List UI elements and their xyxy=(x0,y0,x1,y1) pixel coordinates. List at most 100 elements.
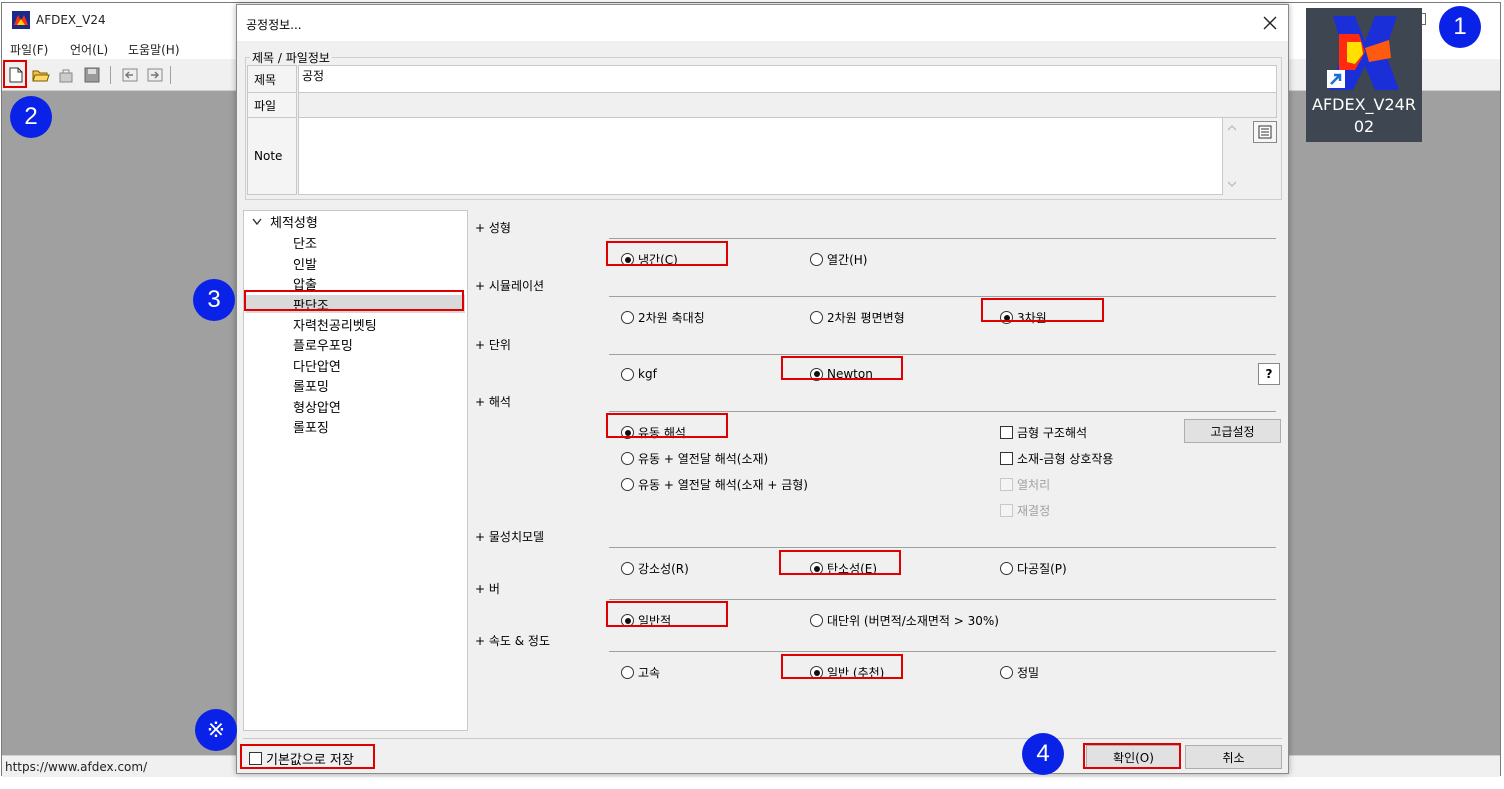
checkbox-indicator xyxy=(1000,426,1013,439)
section-divider xyxy=(609,599,1276,600)
radio-burr-large[interactable]: 대단위 (버면적/소재면적 > 30%) xyxy=(810,612,999,629)
checkbox-label: 열처리 xyxy=(1017,478,1051,492)
file-input xyxy=(298,92,1277,118)
tree-item-drawing[interactable]: 인발 xyxy=(293,254,317,273)
radio-indicator xyxy=(1000,311,1013,324)
radio-label: 정밀 xyxy=(1017,666,1040,680)
desktop-shortcut[interactable]: AFDEX_V24R 02 xyxy=(1306,8,1422,142)
radio-indicator xyxy=(1000,666,1013,679)
export-icon[interactable] xyxy=(145,65,165,85)
shortcut-label: AFDEX_V24R 02 xyxy=(1306,94,1422,138)
tree-item-multi-stage-rolling[interactable]: 다단압연 xyxy=(293,356,341,375)
radio-precise[interactable]: 정밀 xyxy=(1000,664,1039,681)
tree-item-forging[interactable]: 단조 xyxy=(293,233,317,252)
checkbox-indicator xyxy=(249,752,262,765)
radio-2d-axisymmetric[interactable]: 2차원 축대칭 xyxy=(621,309,705,326)
note-textarea[interactable] xyxy=(298,117,1223,195)
radio-normal-recommended[interactable]: 일반 (추천) xyxy=(810,664,884,681)
radio-elasto-plastic[interactable]: 탄소성(E) xyxy=(810,560,877,577)
radio-fast[interactable]: 고속 xyxy=(621,664,660,681)
process-info-dialog: 공정정보... 제목 / 파일정보 제목 공정 파일 Note 체적성형 단조 … xyxy=(236,4,1289,774)
checkbox-label: 금형 구조해석 xyxy=(1017,426,1088,440)
radio-2d-plane-strain[interactable]: 2차원 평면변형 xyxy=(810,309,905,326)
checkbox-indicator xyxy=(1000,452,1013,465)
tree-root[interactable]: 체적성형 xyxy=(270,212,318,231)
radio-indicator xyxy=(621,311,634,324)
tree-expand-icon[interactable] xyxy=(252,215,262,230)
menu-help[interactable]: 도움말(H) xyxy=(128,41,180,58)
radio-flow-analysis[interactable]: 유동 해석 xyxy=(621,424,686,441)
radio-label: 고속 xyxy=(638,666,661,680)
radio-indicator xyxy=(621,562,634,575)
tree-item-roll-forming[interactable]: 롤포밍 xyxy=(293,376,329,395)
section-simulation-title: + 시뮬레이션 xyxy=(475,279,545,293)
radio-flow-heat-material-die[interactable]: 유동 + 열전달 해석(소재 + 금형) xyxy=(621,476,808,493)
cancel-button[interactable]: 취소 xyxy=(1185,745,1282,769)
save-icon[interactable] xyxy=(82,65,102,85)
check-die-structural[interactable]: 금형 구조해석 xyxy=(1000,424,1087,441)
checkbox-label: 소재-금형 상호작용 xyxy=(1017,452,1114,466)
radio-indicator xyxy=(621,367,634,381)
close-icon[interactable] xyxy=(1252,5,1288,41)
tree-item-flow-forming[interactable]: 플로우포밍 xyxy=(293,335,353,354)
file-label: 파일 xyxy=(247,92,297,118)
new-file-icon[interactable] xyxy=(6,65,26,85)
radio-rigid-plastic[interactable]: 강소성(R) xyxy=(621,560,689,577)
dialog-title: 공정정보... xyxy=(246,18,302,32)
options-panel: + 성형 냉간(C) 열간(H) + 시뮬레이션 2차원 축대칭 2차원 평면변… xyxy=(469,210,1282,731)
tree-item-sheet-forging[interactable]: 판단조 xyxy=(246,295,465,314)
section-divider xyxy=(609,547,1276,548)
tree-item-roll-forging[interactable]: 롤포징 xyxy=(293,417,329,436)
afdex-logo-icon xyxy=(12,11,30,29)
save-as-default-checkbox[interactable]: 기본값으로 저장 xyxy=(249,749,354,768)
tree-item-extrusion[interactable]: 압출 xyxy=(293,274,317,293)
checkbox-indicator xyxy=(1000,478,1013,491)
note-scrollbar[interactable] xyxy=(1222,118,1242,196)
radio-label: Newton xyxy=(827,367,873,381)
radio-porous[interactable]: 다공질(P) xyxy=(1000,560,1067,577)
radio-label: 2차원 축대칭 xyxy=(638,311,705,325)
radio-label: 탄소성(E) xyxy=(827,562,878,576)
section-unit-title: + 단위 xyxy=(475,338,511,352)
note-edit-icon[interactable] xyxy=(1253,121,1277,143)
import-icon[interactable] xyxy=(120,65,140,85)
close-file-icon[interactable] xyxy=(56,65,76,85)
menu-file[interactable]: 파일(F) xyxy=(10,41,48,58)
radio-burr-general[interactable]: 일반적 xyxy=(621,612,671,629)
tree-item-shape-rolling[interactable]: 형상압연 xyxy=(293,397,341,416)
ok-button[interactable]: 확인(O) xyxy=(1086,745,1181,769)
radio-newton[interactable]: Newton xyxy=(810,367,873,381)
radio-label: 유동 해석 xyxy=(638,426,686,440)
radio-cold[interactable]: 냉간(C) xyxy=(621,251,678,268)
radio-label: 2차원 평면변형 xyxy=(827,311,905,325)
radio-indicator xyxy=(810,367,823,381)
radio-hot[interactable]: 열간(H) xyxy=(810,251,867,268)
section-analysis-title: + 해석 xyxy=(475,395,511,409)
section-speed-title: + 속도 & 정도 xyxy=(475,634,551,648)
radio-indicator xyxy=(810,562,823,575)
section-divider xyxy=(609,354,1276,355)
radio-flow-heat-material[interactable]: 유동 + 열전달 해석(소재) xyxy=(621,450,768,467)
section-material-model-title: + 물성치모델 xyxy=(475,530,545,544)
section-divider xyxy=(609,296,1276,297)
radio-3d[interactable]: 3차원 xyxy=(1000,309,1047,326)
radio-label: 냉간(C) xyxy=(638,253,678,267)
radio-label: 3차원 xyxy=(1017,311,1047,325)
open-folder-icon[interactable] xyxy=(31,65,51,85)
status-url: https://www.afdex.com/ xyxy=(5,760,148,774)
afdex-shortcut-icon xyxy=(1325,12,1403,92)
check-material-die-interaction[interactable]: 소재-금형 상호작용 xyxy=(1000,450,1113,467)
menu-language[interactable]: 언어(L) xyxy=(70,41,108,58)
radio-kgf[interactable]: kgf xyxy=(621,367,657,381)
unit-help-button[interactable]: ? xyxy=(1258,363,1280,385)
advanced-settings-button[interactable]: 고급설정 xyxy=(1184,419,1281,443)
radio-indicator xyxy=(1000,562,1013,575)
title-input[interactable]: 공정 xyxy=(298,65,1277,93)
radio-indicator xyxy=(621,614,634,627)
marker-1: 1 xyxy=(1439,6,1481,48)
radio-label: 대단위 (버면적/소재면적 > 30%) xyxy=(827,614,999,628)
radio-label: 열간(H) xyxy=(827,253,868,267)
tree-item-self-pierce-riveting[interactable]: 자력천공리벳팅 xyxy=(293,315,377,334)
radio-label: 일반 (추천) xyxy=(827,666,885,680)
section-divider xyxy=(609,651,1276,652)
